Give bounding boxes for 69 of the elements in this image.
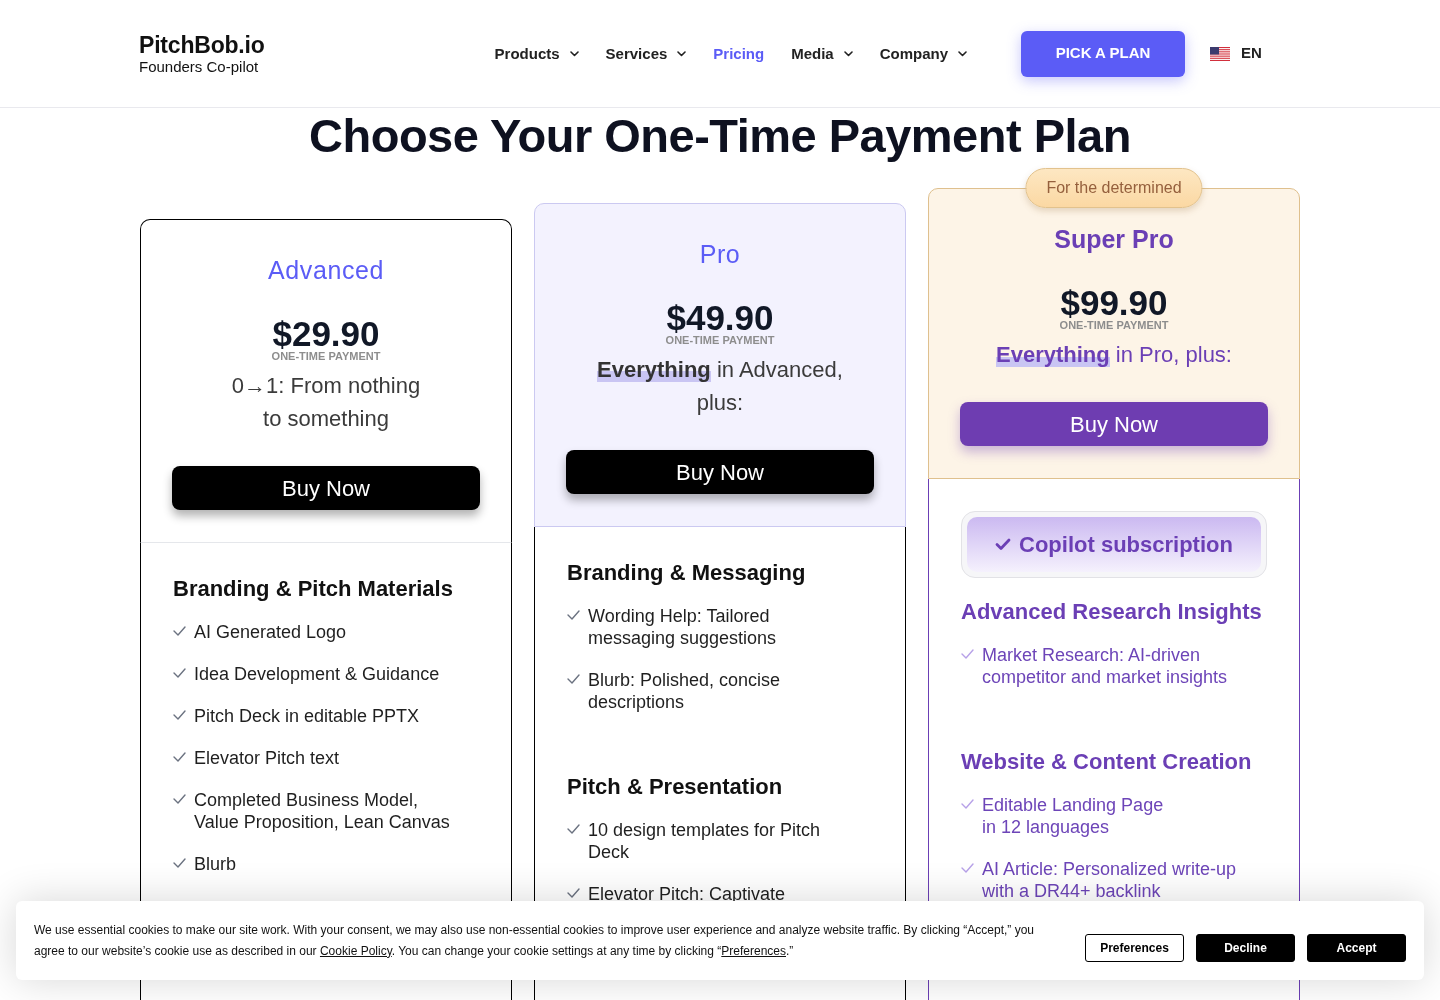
feature-item: Editable Landing Page in 12 languages — [982, 794, 1164, 838]
feature-item: Market Research: AI-driven competitor and market insights — [982, 644, 1228, 688]
plan-price: $29.90 — [272, 317, 380, 351]
check-icon — [173, 794, 186, 804]
chevron-down-icon — [569, 50, 579, 57]
section-heading: Branding & Messaging — [567, 559, 807, 587]
check-icon — [961, 799, 974, 809]
feature-item: Idea Development & Guidance — [194, 663, 440, 685]
buy-now-button[interactable]: Buy Now — [566, 450, 874, 494]
feature-item: Blurb — [194, 853, 237, 875]
check-icon — [995, 538, 1012, 551]
feature-item: Pitch Deck in editable PPTX — [194, 705, 420, 727]
text-link[interactable]: Cookie Policy — [319, 943, 392, 958]
check-icon — [961, 863, 974, 873]
section-heading: Pitch & Presentation — [567, 773, 784, 801]
price-note: ONE-TIME PAYMENT — [665, 334, 775, 346]
nav-link[interactable]: Company — [879, 43, 968, 64]
plan-price: $49.90 — [666, 301, 774, 335]
plan-name: Pro — [699, 239, 741, 270]
feature-item: AI Article: Personalized write-up with a DR44+ backlink — [982, 858, 1237, 902]
chevron-down-icon — [958, 50, 968, 57]
check-icon — [173, 752, 186, 762]
section-heading: Advanced Research Insights — [961, 598, 1263, 626]
text-link[interactable]: Preferences — [721, 943, 786, 958]
section-heading: Branding & Pitch Materials — [173, 575, 454, 603]
feature-item: Blurb: Polished, concise descriptions — [588, 669, 781, 713]
feature-item: AI Generated Logo — [194, 621, 347, 643]
cookie-button[interactable]: Preferences — [1085, 934, 1184, 962]
feature-highlight-label: Copilot subscription — [1019, 530, 1233, 559]
logo-wordmark[interactable]: PitchBob.io — [139, 31, 265, 58]
plan-summary: Everything in Pro, plus: — [996, 341, 1232, 369]
feature-item: Elevator Pitch text — [194, 747, 340, 769]
plan-price: $99.90 — [1060, 286, 1168, 320]
buy-now-button[interactable]: Buy Now — [172, 466, 480, 510]
feature-item: Elevator Pitch: Captivate — [588, 883, 786, 905]
plan-summary: Everything in Advanced, plus: — [597, 356, 843, 417]
feature-item: Wording Help: Tailored messaging suggestions — [588, 605, 777, 649]
check-icon — [173, 668, 186, 678]
plan-summary: 0→1: From nothing to something — [231, 372, 421, 433]
buy-now-button[interactable]: Buy Now — [960, 402, 1268, 446]
check-icon — [567, 824, 580, 834]
check-icon — [173, 858, 186, 868]
check-icon — [567, 888, 580, 898]
language-selector[interactable]: EN — [1210, 42, 1262, 65]
cookie-button[interactable]: Decline — [1196, 934, 1295, 962]
check-icon — [173, 626, 186, 636]
chevron-down-icon — [843, 50, 853, 57]
price-note: ONE-TIME PAYMENT — [1059, 319, 1169, 331]
logo-tagline: Founders Co-pilot — [139, 57, 260, 76]
section-heading: Website & Content Creation — [961, 748, 1253, 776]
check-icon — [173, 710, 186, 720]
check-icon — [567, 610, 580, 620]
nav-link[interactable]: Services — [605, 43, 687, 64]
check-icon — [567, 674, 580, 684]
nav-link[interactable]: Pricing — [713, 43, 765, 64]
nav-link[interactable]: Media — [791, 43, 853, 64]
cookie-notice-text: We use essential cookies to make our site work. With your consent, we may also use non-essential cookies to improve user experience and analyze website traffic. By clicking “Accept,” you agree to our website’s cookie use as described in our Cookie Policy. You can change your cookie settings at any time by clicking “Preferences.” — [34, 921, 1036, 960]
feature-item: 10 design templates for Pitch Deck — [588, 819, 821, 863]
plan-name: Super Pro — [1054, 224, 1174, 255]
price-note: ONE-TIME PAYMENT — [271, 350, 381, 362]
pick-plan-button[interactable]: PICK A PLAN — [1021, 30, 1186, 77]
feature-item: Completed Business Model, Value Proposition, Lean Canvas — [194, 789, 450, 833]
plan-badge: For the determined — [1025, 168, 1203, 208]
chevron-down-icon — [677, 50, 687, 57]
check-icon — [961, 649, 974, 659]
cookie-button[interactable]: Accept — [1307, 934, 1406, 962]
nav-link[interactable]: Products — [494, 43, 579, 64]
flag-icon — [1210, 46, 1231, 61]
plan-name: Advanced — [268, 255, 384, 286]
